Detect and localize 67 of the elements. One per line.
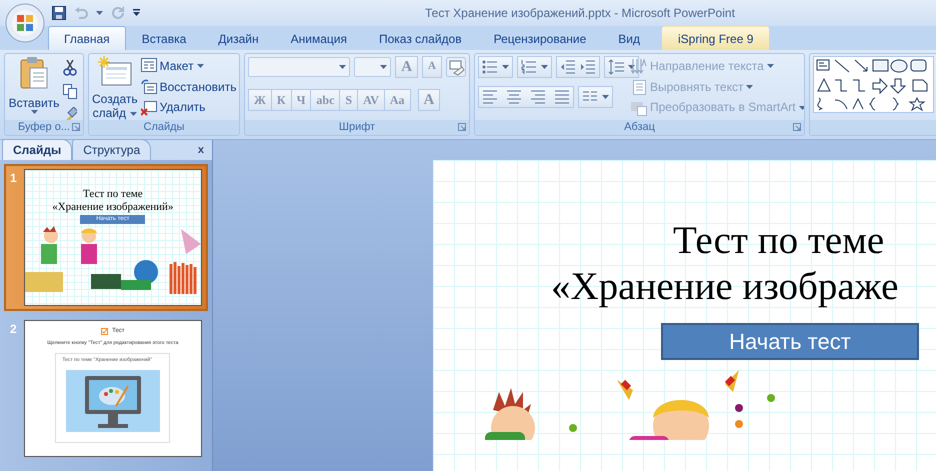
pane-tab[interactable]: Структура xyxy=(72,139,152,160)
copy-icon[interactable] xyxy=(63,84,77,99)
reset-icon xyxy=(140,79,157,95)
slide-title: «Хранение изображе xyxy=(550,264,900,310)
shapes-gallery[interactable] xyxy=(813,56,934,113)
slide-title: Тест по теме xyxy=(672,218,886,264)
align-right-icon[interactable] xyxy=(530,89,546,105)
line-spacing-icon[interactable] xyxy=(608,59,624,75)
layout-icon xyxy=(140,58,157,74)
align-text-icon xyxy=(631,79,647,95)
text-direction-icon xyxy=(631,58,647,74)
ribbon-tab[interactable]: Дизайн xyxy=(202,26,275,50)
caret-icon[interactable] xyxy=(196,64,204,68)
ribbon-tab[interactable]: Рецензирование xyxy=(478,26,602,50)
layout-button[interactable]: Макет xyxy=(140,56,236,77)
caret-icon[interactable] xyxy=(602,95,609,99)
ribbon-tab[interactable]: Вставка xyxy=(126,26,202,50)
ribbon-tab[interactable]: Показ слайдов xyxy=(362,26,478,50)
numbering-icon[interactable] xyxy=(521,59,537,75)
increase-indent-icon[interactable] xyxy=(580,59,596,75)
font-name-field[interactable] xyxy=(248,57,350,77)
group-label: Шрифт xyxy=(245,120,469,135)
slide-number: 1 xyxy=(10,170,18,187)
reset-button[interactable]: Восстановить xyxy=(140,76,236,98)
scissors-icon[interactable] xyxy=(63,60,77,76)
align-center-icon[interactable] xyxy=(506,89,522,105)
clipboard-icon[interactable] xyxy=(19,56,49,90)
start-test-button[interactable]: Начать тест xyxy=(661,323,919,360)
delete-button[interactable]: Удалить xyxy=(140,97,236,118)
window-title: Тест Хранение изображений.pptx - Microsoft PowerPoint xyxy=(424,5,735,22)
caret-icon[interactable] xyxy=(30,110,38,114)
pane-tab[interactable]: Слайды xyxy=(2,139,72,160)
caret-icon[interactable] xyxy=(96,11,103,15)
decrease-indent-icon[interactable] xyxy=(560,59,576,75)
customize-toolbar-icon[interactable] xyxy=(133,9,140,17)
caret-icon[interactable] xyxy=(130,112,137,116)
bullets-icon[interactable] xyxy=(482,59,498,75)
smartart-icon xyxy=(631,100,647,116)
new-slide-button[interactable]: Создать слайд xyxy=(92,56,138,118)
dialog-launcher-icon[interactable] xyxy=(793,123,801,131)
align-left-icon[interactable] xyxy=(482,89,498,105)
caret-icon[interactable] xyxy=(338,65,346,69)
close-button[interactable]: x xyxy=(198,142,204,158)
paste-button[interactable]: Вставить xyxy=(8,56,60,118)
group-label: Абзац xyxy=(475,120,804,135)
dialog-launcher-icon[interactable] xyxy=(458,123,466,131)
group-label: Буфер о... xyxy=(5,120,83,135)
delete-slide-icon xyxy=(140,100,157,116)
caret-icon[interactable] xyxy=(380,65,388,69)
slide-title: «Хранение изображений» xyxy=(52,201,174,214)
ribbon-tab[interactable]: Главная xyxy=(48,26,126,50)
checkbox-icon xyxy=(101,328,108,335)
ribbon-tab[interactable]: Анимация xyxy=(274,26,363,50)
save-icon[interactable] xyxy=(52,6,66,20)
ribbon-tab[interactable]: iSpring Free 9 xyxy=(662,26,770,50)
group-label: Слайды xyxy=(89,120,239,135)
ribbon-tab[interactable]: Вид xyxy=(602,26,656,50)
font-size-field[interactable] xyxy=(354,57,392,77)
clear-formatting-icon[interactable] xyxy=(446,57,466,77)
caret-icon[interactable] xyxy=(502,65,509,69)
caret-icon[interactable] xyxy=(628,65,635,69)
new-slide-icon[interactable] xyxy=(98,56,132,88)
dialog-launcher-icon[interactable] xyxy=(72,123,80,131)
slide-number: 2 xyxy=(10,321,18,338)
justify-icon[interactable] xyxy=(554,89,570,105)
caret-icon[interactable] xyxy=(541,65,548,69)
slide-title: Тест по теме xyxy=(82,188,144,201)
